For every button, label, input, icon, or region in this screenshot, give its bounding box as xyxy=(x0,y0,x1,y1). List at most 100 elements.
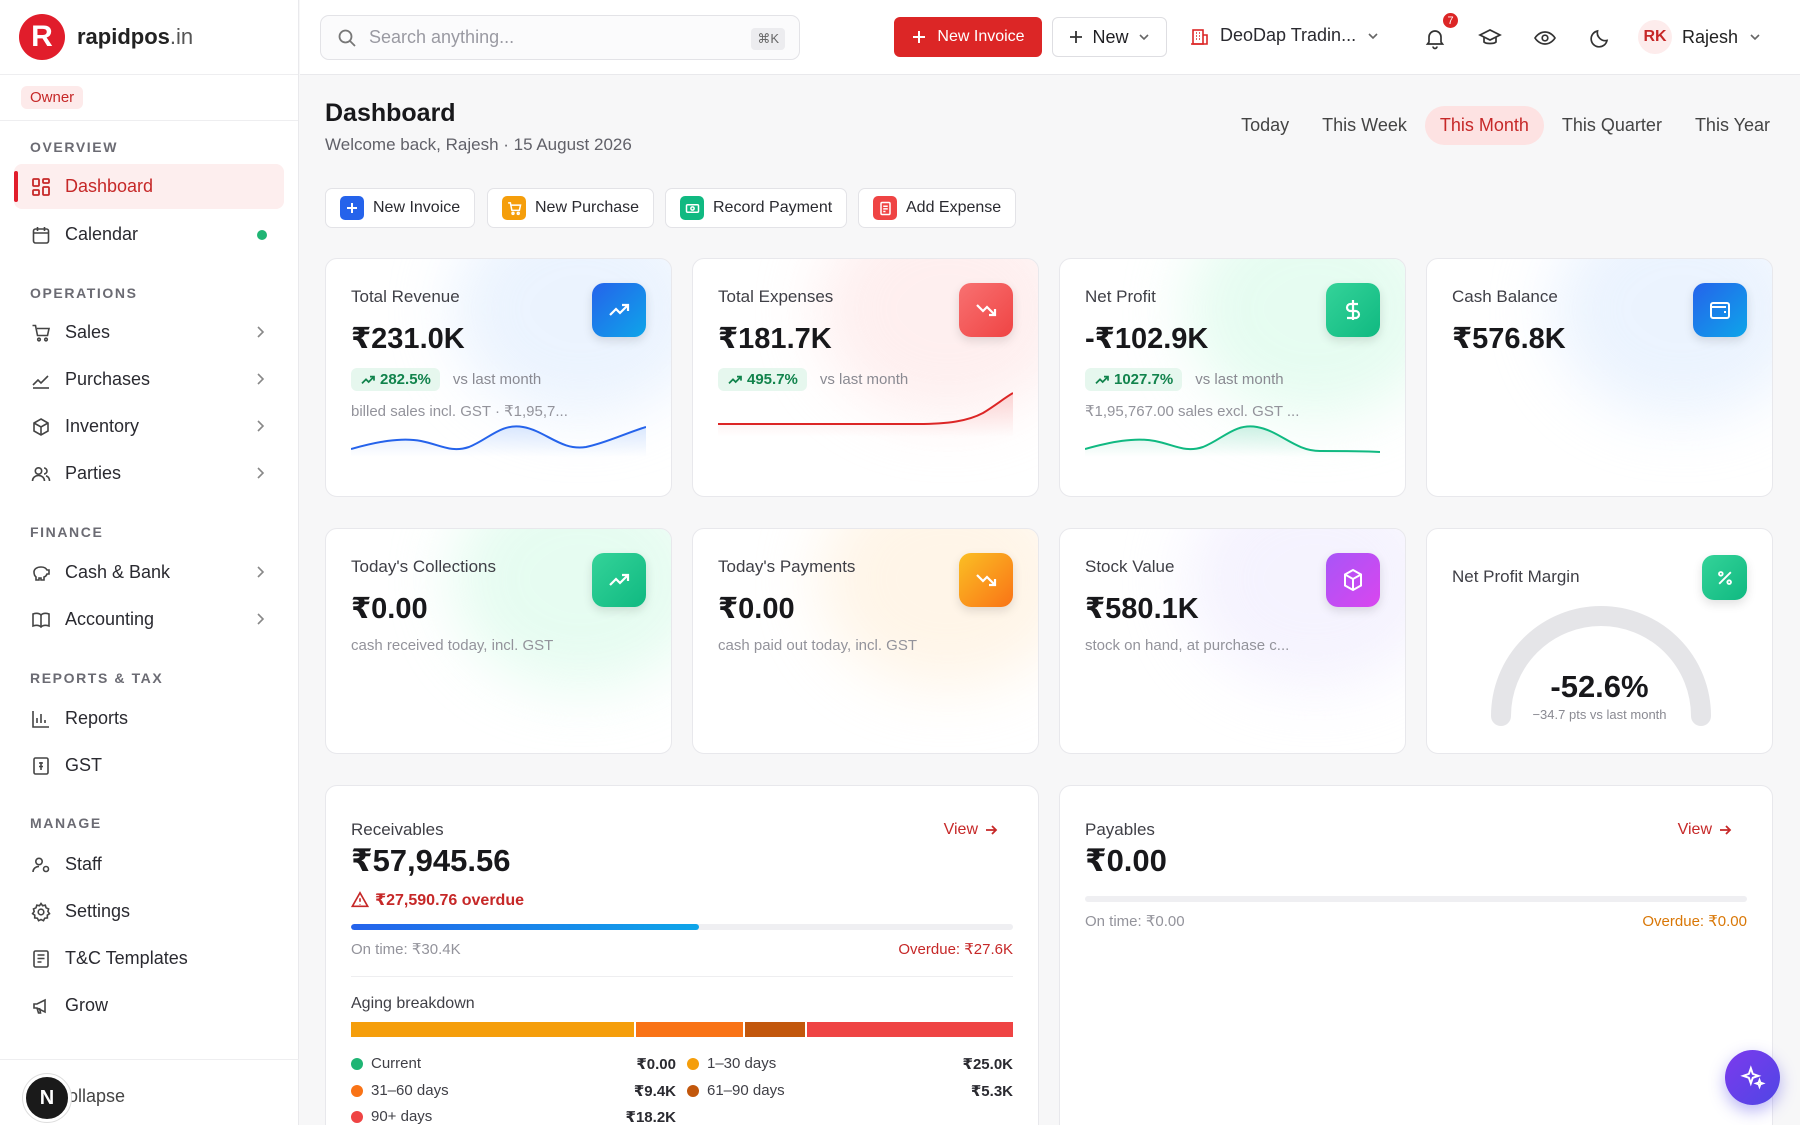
sidebar-item-label: Inventory xyxy=(65,416,140,436)
user-menu[interactable]: RK Rajesh xyxy=(1638,20,1762,54)
sidebar-item-accounting[interactable]: Accounting xyxy=(14,597,284,642)
brand-name-tld: .in xyxy=(169,24,194,49)
kpi-card-net-profit-margin[interactable]: Net Profit Margin -52.6% −34.7 pts vs la… xyxy=(1426,528,1773,754)
new-label: New xyxy=(1092,26,1129,47)
kpi-card-net-profit[interactable]: Net Profit -₹102.9K 1027.7% vs last mont… xyxy=(1059,258,1406,497)
cart-icon xyxy=(502,196,526,220)
tab-today[interactable]: Today xyxy=(1226,106,1304,145)
receivables-view-link[interactable]: View xyxy=(944,821,998,839)
quick-record-payment-button[interactable]: Record Payment xyxy=(665,188,848,228)
dev-tools-badge[interactable]: N xyxy=(23,1074,71,1122)
new-dropdown-button[interactable]: New xyxy=(1052,17,1167,57)
sidebar-item-tc-templates[interactable]: T&C Templates xyxy=(14,936,284,981)
tab-this-week[interactable]: This Week xyxy=(1307,106,1422,145)
kpi-label: Net Profit xyxy=(1085,287,1156,306)
kpi-label: Today's Payments xyxy=(718,557,856,576)
moon-icon[interactable] xyxy=(1588,26,1612,50)
trend-pill: 1027.7% xyxy=(1085,368,1183,391)
sidebar-item-label: Calendar xyxy=(65,224,139,244)
kpi-card-total-revenue[interactable]: Total Revenue ₹231.0K 282.5% vs last mon… xyxy=(325,258,672,497)
sidebar-item-settings[interactable]: Settings xyxy=(14,889,284,934)
arrow-right-icon xyxy=(986,825,998,835)
sidebar-item-grow[interactable]: Grow xyxy=(14,983,284,1028)
kpi-value: -₹102.9K xyxy=(1085,323,1209,355)
tab-this-month[interactable]: This Month xyxy=(1424,106,1544,145)
staff-icon xyxy=(30,854,52,876)
chevron-right-icon xyxy=(253,564,267,580)
tab-this-quarter[interactable]: This Quarter xyxy=(1547,106,1677,145)
tax-receipt-icon xyxy=(30,755,52,777)
receipt-icon xyxy=(873,196,897,220)
bar-chart-icon xyxy=(30,708,52,730)
sidebar-item-cash-bank[interactable]: Cash & Bank xyxy=(14,550,284,595)
nav-section-reports: REPORTS & TAX xyxy=(30,670,164,686)
gauge-subtext: −34.7 pts vs last month xyxy=(1532,707,1667,722)
quick-new-invoice-button[interactable]: New Invoice xyxy=(325,188,476,228)
card-glow xyxy=(1185,259,1405,419)
sidebar: R rapidpos.in Owner OVERVIEW Dashboard C… xyxy=(0,0,299,1125)
quick-new-purchase-button[interactable]: New Purchase xyxy=(487,188,655,228)
ai-assistant-button[interactable] xyxy=(1725,1050,1780,1105)
sidebar-item-staff[interactable]: Staff xyxy=(14,842,284,887)
receivables-progress xyxy=(351,924,1013,930)
quick-action-label: New Invoice xyxy=(373,199,461,216)
sidebar-item-purchases[interactable]: Purchases xyxy=(14,357,284,402)
kpi-card-total-expenses[interactable]: Total Expenses ₹181.7K 495.7% vs last mo… xyxy=(692,258,1039,497)
kpi-card-cash-balance[interactable]: Cash Balance ₹576.8K xyxy=(1426,258,1773,497)
brand[interactable]: R rapidpos.in xyxy=(0,0,298,75)
aging-value-61-90: ₹5.3K xyxy=(970,1083,1013,1100)
eye-icon[interactable] xyxy=(1533,26,1557,50)
expenses-sparkline xyxy=(718,392,1013,437)
sidebar-item-calendar[interactable]: Calendar xyxy=(14,212,284,257)
document-icon xyxy=(30,948,52,970)
search-input[interactable] xyxy=(369,27,719,48)
nav-section-overview: OVERVIEW xyxy=(30,139,119,155)
users-icon xyxy=(30,463,52,485)
sidebar-item-sales[interactable]: Sales xyxy=(14,310,284,355)
calendar-icon xyxy=(30,224,52,246)
sidebar-item-inventory[interactable]: Inventory xyxy=(14,404,284,449)
tab-this-year[interactable]: This Year xyxy=(1680,106,1785,145)
kpi-card-stock-value[interactable]: Stock Value ₹580.1K stock on hand, at pu… xyxy=(1059,528,1406,754)
sidebar-item-reports[interactable]: Reports xyxy=(14,696,284,741)
company-name: DeoDap Tradin... xyxy=(1220,25,1357,45)
kpi-label: Net Profit Margin xyxy=(1452,567,1580,586)
dollar-icon xyxy=(1326,283,1380,337)
plus-icon xyxy=(911,29,927,45)
search-box[interactable]: ⌘K xyxy=(320,15,800,60)
payables-on-time: On time: ₹0.00 xyxy=(1085,913,1185,930)
payables-view-link[interactable]: View xyxy=(1678,821,1732,839)
kpi-value: ₹580.1K xyxy=(1085,593,1199,625)
kpi-value: ₹231.0K xyxy=(351,323,465,355)
role-badge: Owner xyxy=(21,86,84,109)
search-icon xyxy=(337,28,357,48)
chevron-right-icon xyxy=(253,611,267,627)
payables-progress xyxy=(1085,896,1747,902)
company-switcher[interactable]: DeoDap Tradin... xyxy=(1190,25,1380,46)
kpi-card-todays-collections[interactable]: Today's Collections ₹0.00 cash received … xyxy=(325,528,672,754)
kpi-card-todays-payments[interactable]: Today's Payments ₹0.00 cash paid out tod… xyxy=(692,528,1039,754)
card-glow xyxy=(818,529,1038,689)
bell-icon[interactable] xyxy=(1423,26,1447,50)
sidebar-item-gst[interactable]: GST xyxy=(14,743,284,788)
trend-text: vs last month xyxy=(819,371,909,388)
quick-add-expense-button[interactable]: Add Expense xyxy=(858,188,1017,228)
card-glow xyxy=(1552,259,1772,419)
aging-title: Aging breakdown xyxy=(351,995,475,1012)
brand-logo: R xyxy=(19,14,65,60)
aging-segment-4 xyxy=(806,1022,1013,1037)
sidebar-item-dashboard[interactable]: Dashboard xyxy=(14,164,284,209)
kpi-note: cash paid out today, incl. GST xyxy=(718,637,917,654)
graduation-cap-icon[interactable] xyxy=(1478,26,1502,50)
trend-text: vs last month xyxy=(1195,371,1284,388)
search-shortcut: ⌘K xyxy=(751,28,785,50)
sidebar-item-parties[interactable]: Parties xyxy=(14,451,284,496)
brand-name-main: rapidpos xyxy=(77,24,170,49)
chevron-right-icon xyxy=(253,418,267,434)
new-invoice-button[interactable]: New Invoice xyxy=(894,17,1042,57)
trend-value: 495.7% xyxy=(747,371,798,388)
plus-icon xyxy=(1068,29,1084,45)
revenue-sparkline xyxy=(351,425,646,457)
payables-card: Payables View ₹0.00 On time: ₹0.00 Overd… xyxy=(1059,785,1773,1125)
kpi-label: Total Revenue xyxy=(351,287,460,306)
